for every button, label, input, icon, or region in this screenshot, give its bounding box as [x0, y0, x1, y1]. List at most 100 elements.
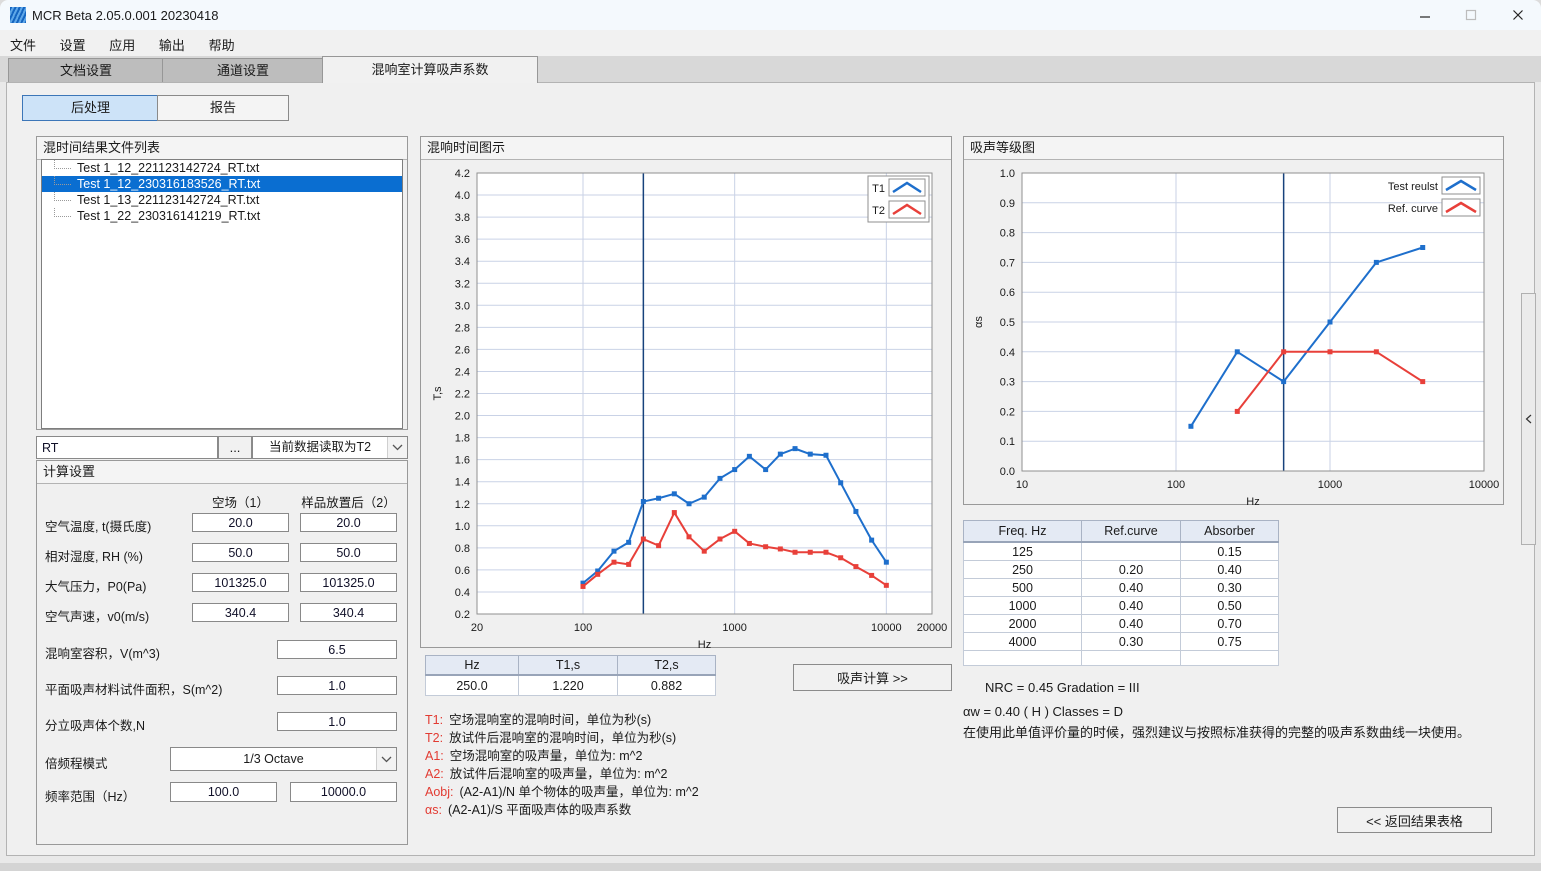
- chevron-down-icon[interactable]: [376, 748, 396, 770]
- svg-text:1.4: 1.4: [455, 477, 470, 489]
- svg-text:1.2: 1.2: [455, 499, 470, 511]
- rt-chart-group: 混响时间图示 0.20.40.60.81.01.21.41.61.82.02.2…: [420, 136, 952, 648]
- humidity-input-1[interactable]: [192, 543, 289, 562]
- rt-table-header: T2,s: [618, 656, 716, 676]
- sample-area-input[interactable]: [277, 676, 397, 695]
- file-list-item[interactable]: Test 1_13_221123142724_RT.txt: [42, 192, 402, 208]
- svg-text:T1: T1: [872, 183, 885, 195]
- sound-speed-input-2[interactable]: [300, 603, 397, 622]
- svg-text:20: 20: [471, 622, 483, 634]
- absorber-count-label: 分立吸声体个数,N: [45, 715, 145, 734]
- back-to-results-button[interactable]: << 返回结果表格: [1337, 807, 1492, 833]
- title-bar: MCR Beta 2.05.0.001 20230418: [0, 0, 1541, 30]
- rt-table-cell: 0.882: [618, 675, 716, 696]
- data-read-combo[interactable]: 当前数据读取为T2: [252, 436, 408, 459]
- svg-text:0.8: 0.8: [1000, 228, 1015, 240]
- menu-output[interactable]: 输出: [149, 30, 195, 54]
- svg-text:0.1: 0.1: [1000, 436, 1015, 448]
- abs-table-row: 5000.400.30: [964, 579, 1279, 597]
- menu-file[interactable]: 文件: [0, 30, 46, 54]
- svg-text:0.6: 0.6: [1000, 287, 1015, 299]
- abs-table-cell: 2000: [964, 615, 1082, 633]
- abs-table-cell: 0.50: [1181, 597, 1279, 615]
- svg-text:10: 10: [1016, 479, 1028, 491]
- freq-range-label: 频率范围（Hz）: [45, 786, 135, 805]
- advice-text: 在使用此单值评价量的时候，强烈建议与按照标准获得的完整的吸声系数曲线一块使用。: [963, 722, 1470, 741]
- chevron-down-icon[interactable]: [387, 437, 407, 458]
- abs-table-row: [964, 651, 1279, 666]
- subtab-report[interactable]: 报告: [157, 95, 289, 121]
- minimize-button[interactable]: [1402, 0, 1448, 30]
- file-list[interactable]: Test 1_12_221123142724_RT.txt Test 1_12_…: [41, 159, 403, 429]
- abs-table-cell: 0.40: [1082, 597, 1181, 615]
- menu-help[interactable]: 帮助: [199, 30, 245, 54]
- room-volume-label: 混响室容积，V(m^3): [45, 643, 160, 662]
- pressure-input-2[interactable]: [300, 573, 397, 592]
- abs-table-cell: [1181, 651, 1279, 666]
- menu-settings[interactable]: 设置: [50, 30, 96, 54]
- humidity-label: 相对湿度, RH (%): [45, 546, 143, 565]
- freq-range-min-input[interactable]: [170, 782, 277, 802]
- abs-table-cell: [964, 651, 1082, 666]
- subtab-postprocess[interactable]: 后处理: [22, 95, 159, 121]
- absorption-calc-button[interactable]: 吸声计算 >>: [793, 664, 952, 691]
- air-temp-input-1[interactable]: [192, 513, 289, 532]
- svg-text:0.3: 0.3: [1000, 377, 1015, 389]
- octave-mode-combo[interactable]: 1/3 Octave: [170, 747, 397, 771]
- note-a2: A2:放试件后混响室的吸声量，单位为: m^2: [425, 763, 667, 782]
- room-volume-input[interactable]: [277, 640, 397, 659]
- tab-document-settings[interactable]: 文档设置: [8, 58, 164, 82]
- svg-text:2.8: 2.8: [455, 322, 470, 334]
- note-key: Aobj:: [425, 785, 454, 799]
- nrc-result: NRC = 0.45 Gradation = III: [985, 680, 1140, 695]
- freq-range-max-input[interactable]: [290, 782, 397, 802]
- svg-text:4.2: 4.2: [455, 168, 470, 180]
- file-list-item[interactable]: Test 1_22_230316141219_RT.txt: [42, 208, 402, 224]
- abs-table-cell: [1082, 651, 1181, 666]
- note-alpha-s: αs:(A2-A1)/S 平面吸声体的吸声系数: [425, 799, 631, 818]
- maximize-icon: [1465, 9, 1477, 21]
- svg-text:2.6: 2.6: [455, 344, 470, 356]
- note-text: (A2-A1)/S 平面吸声体的吸声系数: [448, 803, 631, 817]
- svg-text:0.4: 0.4: [1000, 347, 1015, 359]
- air-temp-label: 空气温度, t(摄氏度): [45, 516, 151, 535]
- close-button[interactable]: [1495, 0, 1541, 30]
- file-list-item-selected[interactable]: Test 1_12_230316183526_RT.txt: [42, 176, 402, 192]
- svg-text:0.5: 0.5: [1000, 317, 1015, 329]
- rt-name-input[interactable]: [36, 436, 218, 459]
- file-name: Test 1_12_230316183526_RT.txt: [77, 177, 260, 191]
- abs-table: Freq. Hz Ref.curve Absorber 1250.15 2500…: [963, 520, 1279, 666]
- abs-table-cell: 4000: [964, 633, 1082, 651]
- side-panel-expander[interactable]: [1521, 293, 1536, 545]
- rt-chart[interactable]: 0.20.40.60.81.01.21.41.61.82.02.22.42.62…: [421, 159, 951, 653]
- svg-text:1000: 1000: [1318, 479, 1342, 491]
- sound-speed-input-1[interactable]: [192, 603, 289, 622]
- humidity-input-2[interactable]: [300, 543, 397, 562]
- pressure-input-1[interactable]: [192, 573, 289, 592]
- maximize-button[interactable]: [1448, 0, 1494, 30]
- file-list-item[interactable]: Test 1_12_221123142724_RT.txt: [42, 160, 402, 176]
- svg-text:3.8: 3.8: [455, 212, 470, 224]
- air-temp-input-2[interactable]: [300, 513, 397, 532]
- abs-table-cell: 0.70: [1181, 615, 1279, 633]
- absorber-count-input[interactable]: [277, 712, 397, 731]
- note-text: 空场混响室的吸声量，单位为: m^2: [450, 749, 643, 763]
- browse-button[interactable]: ...: [218, 436, 252, 459]
- bottom-edge-strip: [0, 863, 1541, 871]
- tree-branch-icon: [54, 192, 71, 201]
- tree-branch-icon: [54, 160, 71, 169]
- abs-table-cell: 0.40: [1181, 561, 1279, 579]
- note-t1: T1:空场混响室的混响时间，单位为秒(s): [425, 709, 651, 728]
- svg-text:0.6: 0.6: [455, 565, 470, 577]
- svg-text:1.0: 1.0: [1000, 168, 1015, 180]
- abs-chart[interactable]: 0.00.10.20.30.40.50.60.70.80.91.01010010…: [964, 159, 1503, 510]
- tab-reverb-absorption[interactable]: 混响室计算吸声系数: [322, 56, 538, 83]
- octave-mode-value: 1/3 Octave: [171, 748, 376, 770]
- file-name: Test 1_22_230316141219_RT.txt: [77, 209, 260, 223]
- abs-table-row: 2500.200.40: [964, 561, 1279, 579]
- menu-apply[interactable]: 应用: [99, 30, 145, 54]
- svg-text:1.6: 1.6: [455, 455, 470, 467]
- abs-table-row: 1250.15: [964, 542, 1279, 561]
- tab-channel-settings[interactable]: 通道设置: [162, 58, 324, 82]
- svg-text:0.0: 0.0: [1000, 466, 1015, 478]
